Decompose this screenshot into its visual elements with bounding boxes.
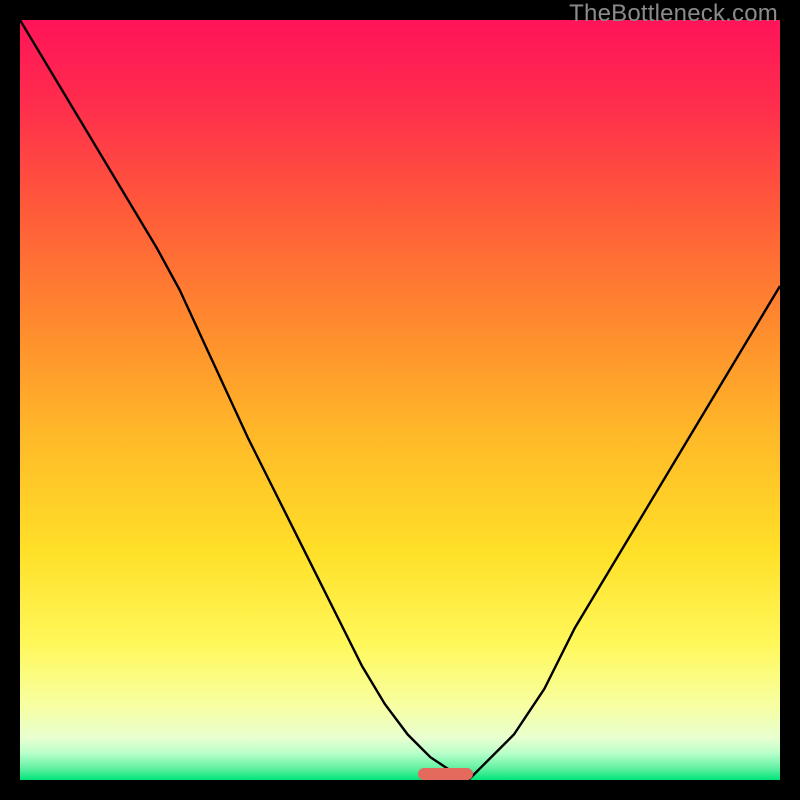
watermark-text: TheBottleneck.com	[569, 0, 778, 28]
curve-layer	[20, 20, 780, 780]
plot-area	[20, 20, 780, 780]
bottleneck-marker	[418, 768, 473, 780]
right-curve	[468, 286, 780, 780]
left-curve	[20, 20, 468, 780]
chart-frame: TheBottleneck.com	[0, 0, 800, 800]
